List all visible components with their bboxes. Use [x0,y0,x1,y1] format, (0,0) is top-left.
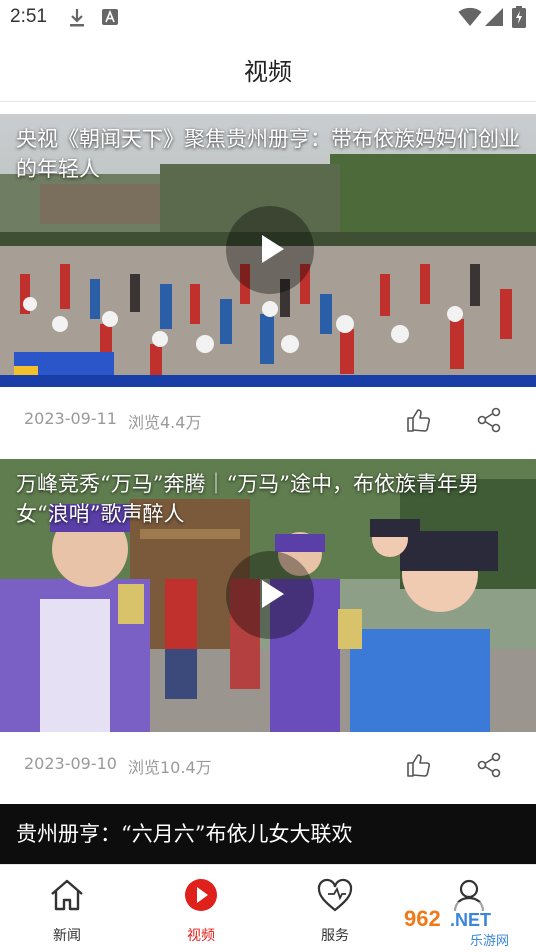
svg-text:.NET: .NET [450,910,491,930]
view-count: 浏览10.4万 [128,758,212,777]
nav-item-service[interactable]: 服务 [268,865,402,952]
battery-charging-icon [512,6,526,32]
download-icon [68,8,86,32]
share-icon[interactable] [476,407,502,437]
wifi-icon [458,7,482,31]
svg-text:乐游网: 乐游网 [470,934,509,949]
nav-label: 服务 [321,928,349,944]
video-title: 央视《朝闻天下》聚焦贵州册亨：带布依族妈妈们创业的年轻人 [16,127,520,181]
share-icon[interactable] [476,752,502,782]
video-title: 万峰竞秀“万马”奔腾｜“万马”途中，布依族青年男女“浪哨”歌声醉人 [16,472,479,526]
nav-label: 视频 [187,928,215,944]
title-bar: 视频 [0,36,536,102]
video-meta: 2023-09-11 浏览4.4万 [0,387,536,459]
publish-date: 2023-09-10 [24,754,117,773]
video-card[interactable]: 央视《朝闻天下》聚焦贵州册亨：带布依族妈妈们创业的年轻人 2023-09-11 … [0,114,536,459]
video-card[interactable]: 贵州册亨：“六月六”布依儿女大联欢 [0,804,536,864]
play-icon [262,235,284,263]
play-button[interactable] [226,551,314,639]
video-meta: 2023-09-10 浏览10.4万 [0,732,536,804]
home-icon [49,877,85,917]
video-title: 贵州册亨：“六月六”布依儿女大联欢 [16,822,353,846]
page-title: 视频 [244,58,292,86]
video-feed[interactable]: 央视《朝闻天下》聚焦贵州册亨：带布依族妈妈们创业的年轻人 2023-09-11 … [0,102,536,864]
heart-icon [316,877,354,917]
nav-item-video[interactable]: 视频 [134,865,268,952]
watermark-logo: 962 .NET 乐游网 [398,900,534,950]
nav-label: 新闻 [53,928,81,944]
video-play-icon [183,877,219,917]
status-bar: 2:51 [0,0,536,36]
thumbs-up-icon[interactable] [405,752,431,782]
video-card[interactable]: 万峰竞秀“万马”奔腾｜“万马”途中，布依族青年男女“浪哨”歌声醉人 2023-0… [0,459,536,804]
play-button[interactable] [226,206,314,294]
svg-text:962: 962 [404,906,441,931]
view-count: 浏览4.4万 [128,413,202,432]
thumbs-up-icon[interactable] [405,407,431,437]
news-ticker [0,375,536,387]
signal-icon [484,7,504,31]
text-a-icon [101,8,119,30]
status-time: 2:51 [10,6,47,27]
publish-date: 2023-09-11 [24,409,117,428]
video-thumbnail[interactable]: 万峰竞秀“万马”奔腾｜“万马”途中，布依族青年男女“浪哨”歌声醉人 [0,459,536,732]
video-thumbnail[interactable]: 央视《朝闻天下》聚焦贵州册亨：带布依族妈妈们创业的年轻人 [0,114,536,387]
play-icon [262,580,284,608]
nav-item-news[interactable]: 新闻 [0,865,134,952]
